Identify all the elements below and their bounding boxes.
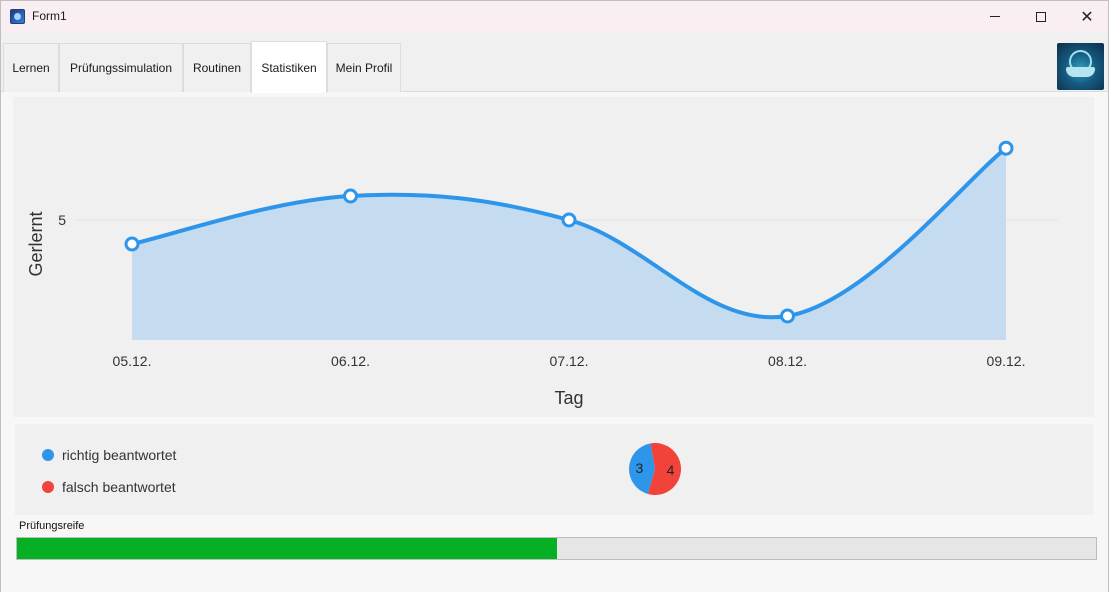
learning-chart-panel: 05.12. 06.12. 07.12. 08.12. 09.12. 5 Tag Ger…	[13, 97, 1094, 417]
x-tick-label: 05.12.	[113, 353, 152, 369]
maximize-icon	[1036, 11, 1046, 22]
answers-pie-panel: richtig beantwortet falsch beantwortet 3…	[15, 424, 1093, 515]
x-axis-label: Tag	[554, 388, 583, 408]
legend-dot-wrong	[42, 481, 54, 493]
x-tick-label: 07.12.	[550, 353, 589, 369]
legend-item-correct: richtig beantwortet	[42, 446, 176, 464]
x-tick-label: 08.12.	[768, 353, 807, 369]
tab-routinen[interactable]: Routinen	[183, 43, 251, 92]
data-point[interactable]	[124, 236, 140, 252]
legend-item-wrong: falsch beantwortet	[42, 478, 176, 496]
maximize-button[interactable]	[1018, 1, 1064, 32]
tab-bar: Lernen Prüfungssimulation Routinen Stati…	[1, 32, 1108, 93]
book-globe-logo-icon[interactable]	[1057, 43, 1104, 90]
tab-mein-profil[interactable]: Mein Profil	[327, 43, 401, 92]
exam-readiness-progress	[16, 537, 1097, 560]
pie-value-label: 3	[636, 460, 644, 476]
window-title: Form1	[32, 9, 67, 23]
main-window: Form1 ✕ Lernen Prüfungssimulation Routin…	[0, 0, 1109, 592]
title-bar[interactable]: Form1 ✕	[1, 1, 1108, 32]
progress-label: Prüfungsreife	[19, 520, 85, 532]
y-tick-label: 5	[58, 212, 66, 228]
legend-label-correct: richtig beantwortet	[62, 447, 177, 463]
legend-dot-correct	[42, 449, 54, 461]
progress-fill	[17, 538, 557, 559]
statistics-page: 05.12. 06.12. 07.12. 08.12. 09.12. 5 Tag Ger…	[1, 93, 1108, 592]
x-tick-label: 09.12.	[987, 353, 1026, 369]
app-logo-icon	[10, 9, 25, 24]
data-point[interactable]	[998, 140, 1014, 156]
pie-value-label: 4	[667, 462, 675, 478]
close-button[interactable]: ✕	[1064, 1, 1109, 32]
y-axis-label: Gerlernt	[26, 211, 46, 276]
data-point[interactable]	[343, 188, 358, 204]
learning-area-chart: 05.12. 06.12. 07.12. 08.12. 09.12. 5 Tag Ger…	[26, 140, 1058, 408]
x-tick-label: 06.12.	[331, 353, 370, 369]
answers-pie-chart: 34	[629, 443, 681, 495]
minimize-icon	[990, 16, 1000, 17]
data-point[interactable]	[780, 308, 795, 324]
data-point[interactable]	[561, 212, 577, 228]
tab-statistiken[interactable]: Statistiken	[251, 41, 327, 93]
logo-book	[1066, 67, 1095, 77]
minimize-button[interactable]	[972, 1, 1018, 32]
legend-label-wrong: falsch beantwortet	[62, 479, 176, 495]
tab-lernen[interactable]: Lernen	[3, 43, 59, 92]
close-icon: ✕	[1080, 6, 1094, 26]
tab-pruefungssimulation[interactable]: Prüfungssimulation	[59, 43, 183, 92]
area-fill	[132, 148, 1006, 340]
